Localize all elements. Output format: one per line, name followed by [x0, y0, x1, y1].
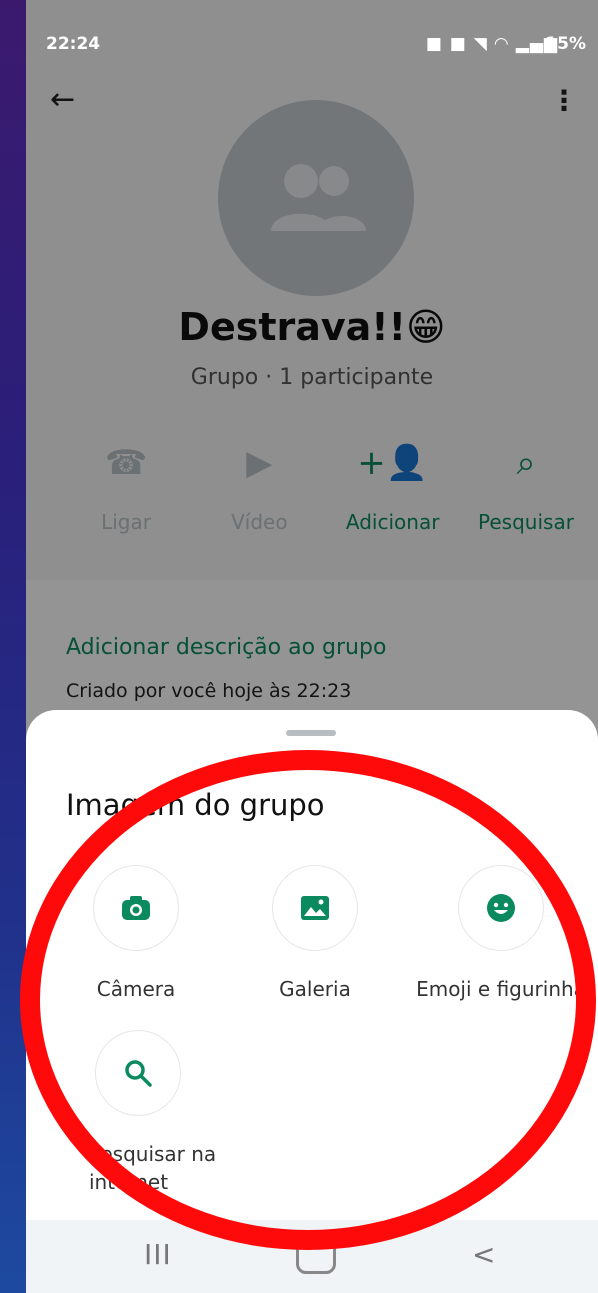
emoji-option-circle[interactable]	[458, 865, 544, 951]
recents-button[interactable]: III	[144, 1238, 172, 1271]
camera-icon	[122, 896, 150, 920]
system-navigation-bar: III <	[26, 1220, 598, 1293]
phone-screen: ← ⋮ Destrava!!😁 Grupo · 1 participante ☎…	[26, 0, 598, 1293]
emoji-label: Emoji e figurinha	[416, 977, 586, 1001]
status-icons: ■ ■ ◥ ◠ ▂▄▆	[425, 34, 558, 54]
status-bar: 22:24 ■ ■ ◥ ◠ ▂▄▆ 15%	[26, 30, 598, 60]
camera-label: Câmera	[96, 977, 176, 1001]
camera-option[interactable]: Câmera	[51, 865, 221, 1003]
sheet-drag-handle[interactable]	[286, 730, 336, 736]
gallery-label: Galeria	[279, 977, 351, 1001]
search-option-circle[interactable]	[95, 1030, 181, 1116]
web-search-icon	[125, 1060, 152, 1087]
status-time: 22:24	[46, 34, 101, 54]
gallery-icon	[301, 896, 329, 920]
sheet-title: Imagem do grupo	[66, 788, 325, 822]
emoji-sticker-option[interactable]: Emoji e figurinha	[416, 865, 586, 1003]
emoji-icon	[487, 894, 515, 922]
camera-option-circle[interactable]	[93, 865, 179, 951]
back-button[interactable]: <	[472, 1238, 495, 1271]
group-image-sheet: Imagem do grupo Câmera Galeria Emoji e f…	[26, 710, 598, 1293]
gallery-option[interactable]: Galeria	[230, 865, 400, 1003]
home-button[interactable]	[296, 1234, 336, 1274]
gallery-option-circle[interactable]	[272, 865, 358, 951]
search-web-label: Pesquisar na internet	[89, 1142, 217, 1194]
search-web-option[interactable]: Pesquisar na internet	[51, 1030, 221, 1196]
battery-level: 15%	[545, 34, 586, 54]
